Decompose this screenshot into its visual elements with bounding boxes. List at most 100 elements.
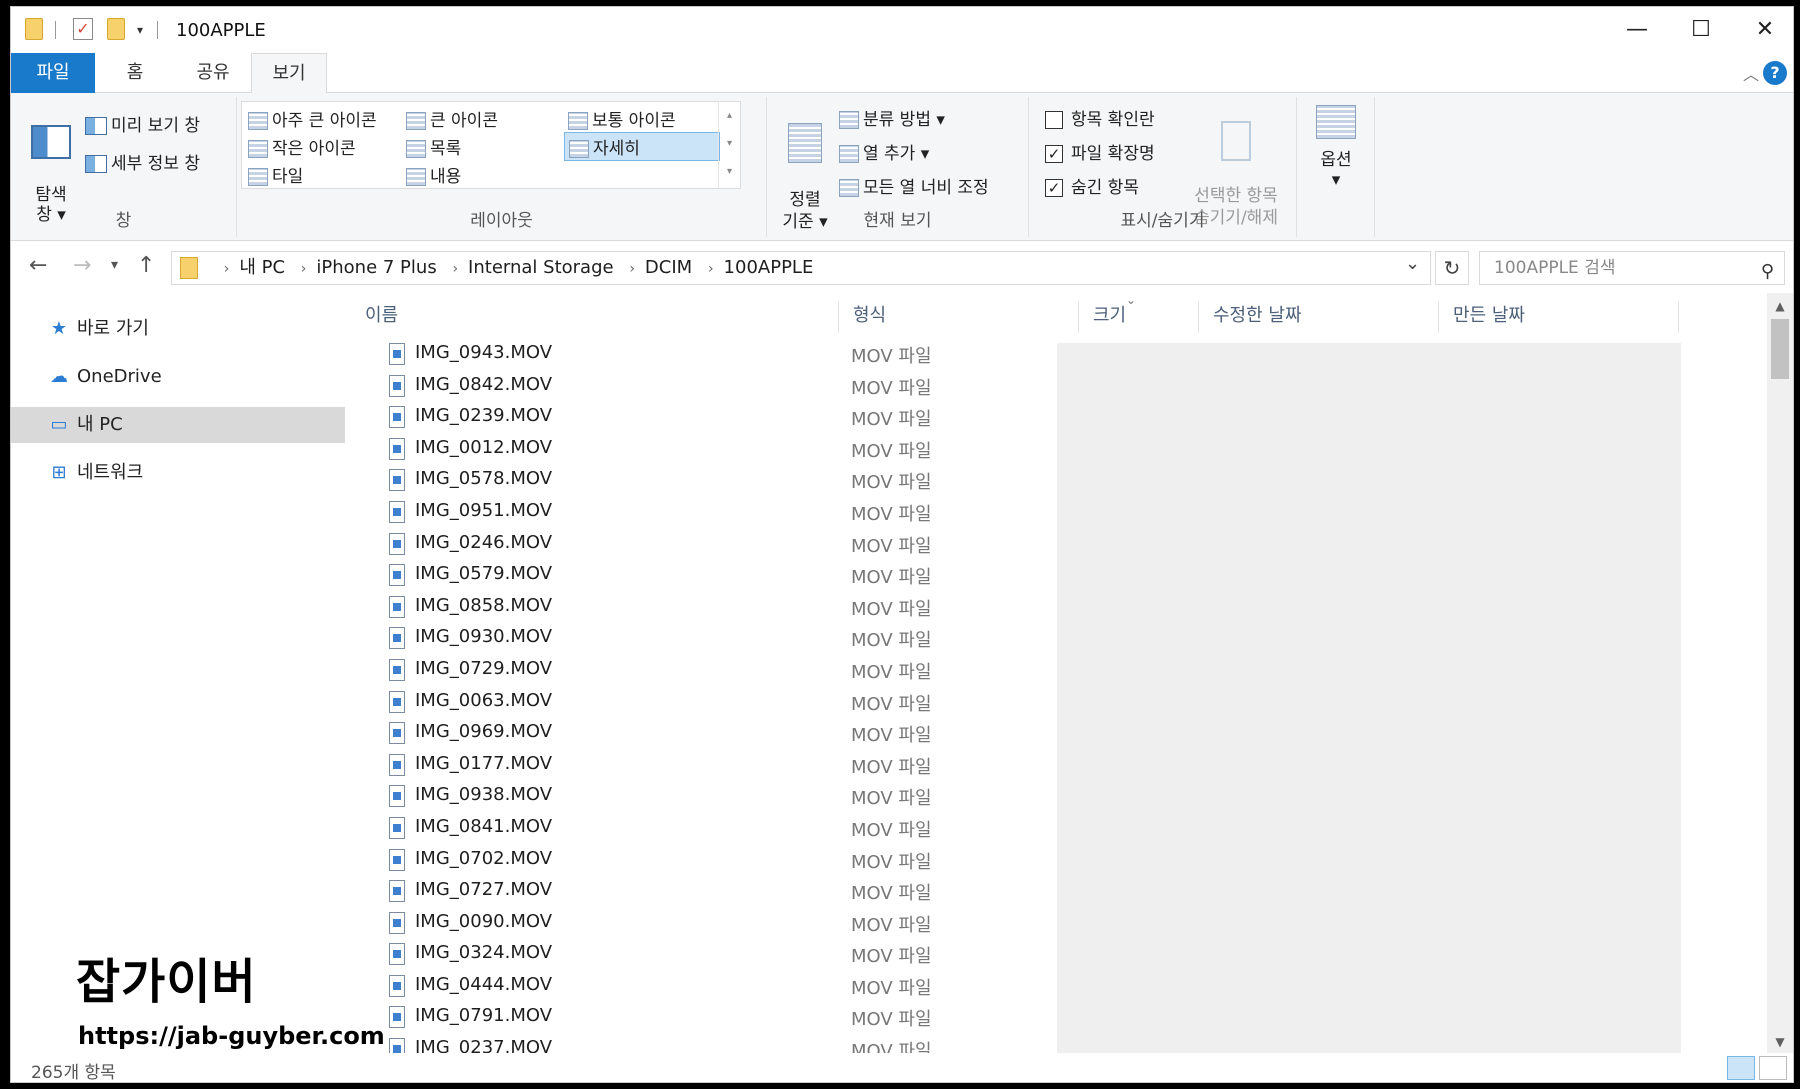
file-row[interactable]: IMG_0930.MOV MOV 파일	[351, 623, 1251, 655]
layout-gallery-scroll[interactable]: ▴ ▾ ▾	[718, 102, 740, 188]
file-row[interactable]: IMG_0012.MOV MOV 파일	[351, 434, 1251, 466]
file-row[interactable]: IMG_0938.MOV MOV 파일	[351, 781, 1251, 813]
file-row[interactable]: IMG_0246.MOV MOV 파일	[351, 529, 1251, 561]
new-folder-icon[interactable]	[107, 18, 125, 40]
file-extensions-toggle[interactable]: ✓ 파일 확장명	[1045, 139, 1155, 164]
file-row[interactable]: IMG_0943.MOV MOV 파일	[351, 339, 1251, 371]
preview-pane-button[interactable]: 미리 보기 창	[85, 111, 200, 136]
tab-view[interactable]: 보기	[251, 53, 327, 94]
column-header-type[interactable]: 형식	[839, 301, 1079, 333]
large-icons-view-icon[interactable]	[1759, 1056, 1787, 1080]
file-row[interactable]: IMG_0578.MOV MOV 파일	[351, 465, 1251, 497]
properties-icon[interactable]: ✓	[73, 18, 93, 40]
file-row[interactable]: IMG_0702.MOV MOV 파일	[351, 845, 1251, 877]
group-by-button[interactable]: 분류 방법 ▾	[839, 105, 945, 130]
file-row[interactable]: IMG_0444.MOV MOV 파일	[351, 971, 1251, 1003]
item-checkboxes-toggle[interactable]: 항목 확인란	[1045, 105, 1155, 130]
layout-content[interactable]: 내용	[406, 162, 461, 187]
file-row[interactable]: IMG_0237.MOV MOV 파일	[351, 1034, 1251, 1053]
layout-list[interactable]: 목록	[406, 134, 461, 159]
file-row[interactable]: IMG_0791.MOV MOV 파일	[351, 1002, 1251, 1034]
add-columns-button[interactable]: 열 추가 ▾	[839, 139, 929, 164]
current-view-group: 정렬 기준 ▾ 분류 방법 ▾ 열 추가 ▾ 모든 열 너비 조정 현재 보기	[767, 97, 1029, 237]
file-name: IMG_0012.MOV	[415, 436, 553, 458]
tab-home[interactable]: 홈	[95, 53, 175, 93]
chevron-right-icon[interactable]: ›	[224, 261, 230, 277]
hidden-items-toggle[interactable]: ✓ 숨긴 항목	[1045, 173, 1139, 198]
layout-medium-icons[interactable]: 보통 아이콘	[568, 106, 676, 131]
options-button[interactable]: 옵션 ▾	[1307, 105, 1365, 190]
scroll-thumb[interactable]	[1771, 319, 1789, 379]
recent-locations-icon[interactable]: ▾	[111, 257, 118, 273]
layout-large-icons[interactable]: 큰 아이콘	[406, 106, 498, 131]
file-row[interactable]: IMG_0951.MOV MOV 파일	[351, 497, 1251, 529]
search-icon[interactable]: ⚲	[1761, 256, 1774, 288]
video-file-icon	[389, 880, 405, 903]
file-row[interactable]: IMG_0177.MOV MOV 파일	[351, 750, 1251, 782]
file-row[interactable]: IMG_0579.MOV MOV 파일	[351, 560, 1251, 592]
address-bar[interactable]: › 내 PC › iPhone 7 Plus › Internal Storage ›…	[171, 251, 1431, 285]
chevron-right-icon[interactable]: ›	[301, 261, 307, 277]
details-pane-button[interactable]: 세부 정보 창	[85, 149, 200, 174]
help-icon[interactable]: ?	[1763, 61, 1787, 85]
sort-icon	[788, 123, 822, 163]
item-checkboxes-checkbox[interactable]	[1045, 111, 1063, 129]
breadcrumb-item[interactable]: 100APPLE	[724, 257, 814, 278]
item-count: 265개 항목	[31, 1063, 116, 1083]
nav-item-onedrive[interactable]: ☁ OneDrive	[11, 359, 345, 395]
minimize-button[interactable]: —	[1607, 13, 1667, 47]
tab-file[interactable]: 파일	[11, 53, 95, 93]
scroll-down-icon[interactable]: ▼	[1767, 1035, 1793, 1049]
details-view-icon[interactable]	[1727, 1056, 1755, 1080]
layout-details[interactable]: 자세히	[564, 132, 720, 161]
column-header-modified[interactable]: 수정한 날짜	[1199, 301, 1439, 333]
file-name: IMG_0841.MOV	[415, 815, 553, 837]
scroll-up-icon[interactable]: ▲	[1767, 299, 1793, 313]
layout-extra-large-icons[interactable]: 아주 큰 아이콘	[248, 106, 377, 131]
chevron-right-icon[interactable]: ›	[452, 261, 458, 277]
layout-small-icons[interactable]: 작은 아이콘	[248, 134, 356, 159]
maximize-button[interactable]: ☐	[1671, 13, 1731, 47]
file-type: MOV 파일	[851, 883, 932, 905]
vertical-scrollbar[interactable]: ▲ ▼	[1767, 293, 1793, 1055]
video-file-icon	[389, 374, 405, 397]
customize-toolbar-icon[interactable]: ▾	[137, 18, 143, 42]
address-bar-row: ← → ▾ ↑ › 내 PC › iPhone 7 Plus › Internal S…	[11, 241, 1793, 293]
breadcrumb-item[interactable]: 내 PC	[239, 257, 285, 278]
file-row[interactable]: IMG_0841.MOV MOV 파일	[351, 813, 1251, 845]
column-header-created[interactable]: 만든 날짜	[1439, 301, 1679, 333]
size-columns-button[interactable]: 모든 열 너비 조정	[839, 173, 989, 198]
tab-share[interactable]: 공유	[175, 53, 251, 93]
breadcrumb-item[interactable]: DCIM	[645, 257, 692, 278]
chevron-right-icon[interactable]: ›	[708, 261, 714, 277]
back-arrow-icon[interactable]: ←	[29, 253, 47, 278]
file-extensions-checkbox[interactable]: ✓	[1045, 145, 1063, 163]
layout-tiles[interactable]: 타일	[248, 162, 303, 187]
breadcrumb-item[interactable]: iPhone 7 Plus	[316, 257, 436, 278]
nav-item-quick-access[interactable]: ★ 바로 가기	[11, 311, 345, 347]
up-arrow-icon[interactable]: ↑	[137, 253, 155, 278]
column-header-size[interactable]: 크기	[1079, 301, 1199, 333]
file-row[interactable]: IMG_0063.MOV MOV 파일	[351, 687, 1251, 719]
refresh-icon[interactable]: ↻	[1435, 251, 1469, 285]
search-input[interactable]: 100APPLE 검색 ⚲	[1479, 251, 1785, 285]
close-button[interactable]: ✕	[1735, 13, 1793, 47]
nav-item-this-pc[interactable]: ▭ 내 PC	[11, 407, 345, 443]
column-header-name[interactable]: 이름	[351, 301, 839, 333]
hidden-items-checkbox[interactable]: ✓	[1045, 179, 1063, 197]
chevron-up-icon[interactable]: ︿	[1743, 61, 1759, 85]
file-row[interactable]: IMG_0324.MOV MOV 파일	[351, 939, 1251, 971]
file-row[interactable]: IMG_0239.MOV MOV 파일	[351, 402, 1251, 434]
nav-item-network[interactable]: ⊞ 네트워크	[11, 455, 345, 491]
address-dropdown-icon[interactable]: ⌄	[1405, 253, 1420, 274]
file-row[interactable]: IMG_0842.MOV MOV 파일	[351, 371, 1251, 403]
file-row[interactable]: IMG_0729.MOV MOV 파일	[351, 655, 1251, 687]
file-row[interactable]: IMG_0969.MOV MOV 파일	[351, 718, 1251, 750]
file-row[interactable]: IMG_0090.MOV MOV 파일	[351, 908, 1251, 940]
file-row[interactable]: IMG_0727.MOV MOV 파일	[351, 876, 1251, 908]
file-row[interactable]: IMG_0858.MOV MOV 파일	[351, 592, 1251, 624]
chevron-right-icon[interactable]: ›	[629, 261, 635, 277]
list-icon	[406, 140, 426, 158]
forward-arrow-icon[interactable]: →	[73, 253, 91, 278]
breadcrumb-item[interactable]: Internal Storage	[468, 257, 614, 278]
